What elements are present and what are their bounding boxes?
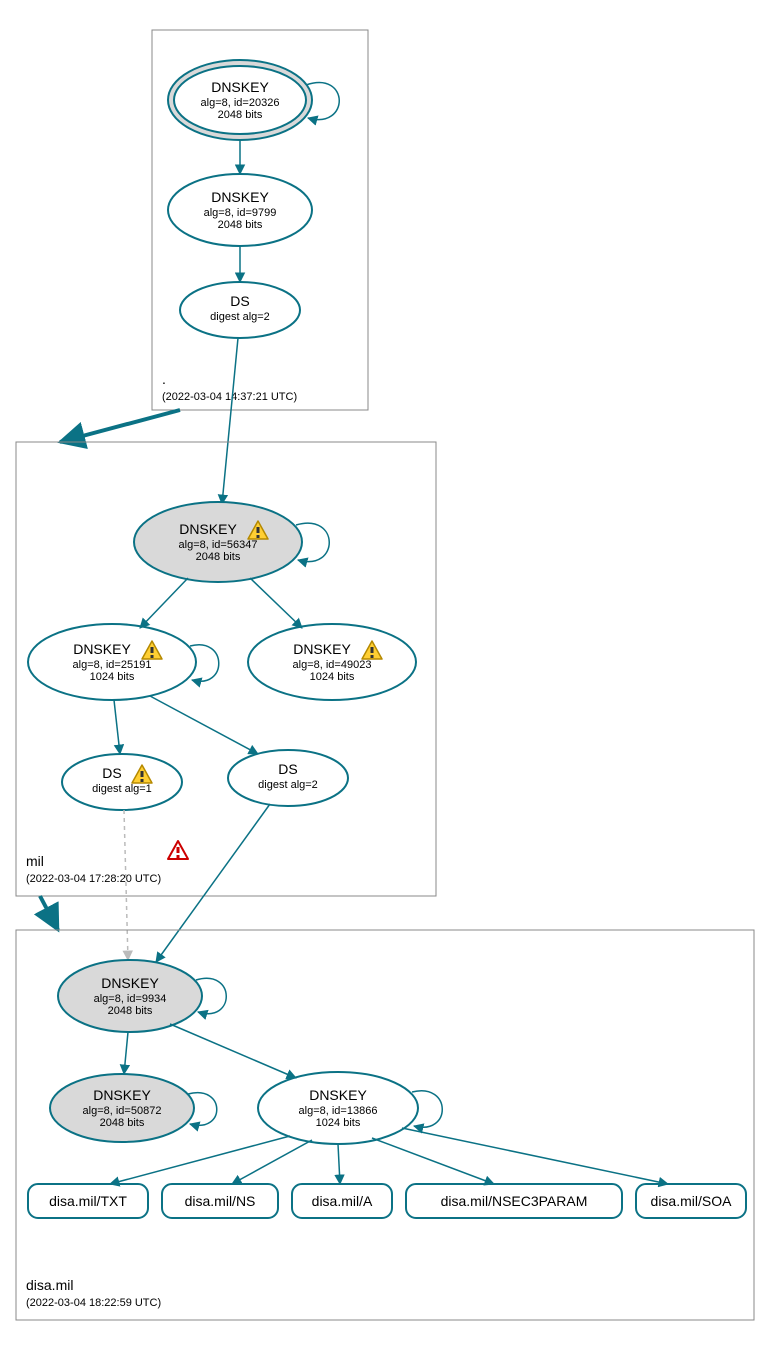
svg-text:alg=8, id=20326: alg=8, id=20326 xyxy=(201,97,280,109)
svg-text:DNSKEY: DNSKEY xyxy=(179,521,237,537)
svg-text:2048 bits: 2048 bits xyxy=(100,1117,145,1129)
svg-text:alg=8, id=49023: alg=8, id=49023 xyxy=(293,659,372,671)
node-mil-zsk2: DNSKEY alg=8, id=49023 1024 bits xyxy=(248,624,416,700)
edge-zsk-soa xyxy=(402,1128,668,1184)
svg-text:alg=8, id=50872: alg=8, id=50872 xyxy=(83,1105,162,1117)
edge-mil-ds2-disa-ksk xyxy=(156,804,270,962)
edge-root-ds-mil-ksk xyxy=(222,338,238,504)
zone-mil-time: (2022-03-04 17:28:20 UTC) xyxy=(26,873,161,885)
node-disa-ksk: DNSKEY alg=8, id=9934 2048 bits xyxy=(58,960,202,1032)
record-soa: disa.mil/SOA xyxy=(636,1184,746,1218)
edge-mil-ksk-zsk2 xyxy=(250,578,302,628)
svg-text:DS: DS xyxy=(102,765,121,781)
zone-mil-label: mil xyxy=(26,853,44,869)
edge-mil-ksk-zsk1 xyxy=(140,578,188,628)
node-mil-ksk: DNSKEY alg=8, id=56347 2048 bits xyxy=(134,502,302,582)
node-root-ds: DS digest alg=2 xyxy=(180,282,300,338)
zone-disa-label: disa.mil xyxy=(26,1277,73,1293)
node-mil-ds1: DS digest alg=1 xyxy=(62,754,182,810)
svg-text:disa.mil/NS: disa.mil/NS xyxy=(185,1193,256,1209)
record-n3p: disa.mil/NSEC3PARAM xyxy=(406,1184,622,1218)
edge-zsk-ns xyxy=(232,1140,312,1184)
edge-mil-zsk1-ds1 xyxy=(114,700,120,754)
svg-text:alg=8, id=9799: alg=8, id=9799 xyxy=(204,207,277,219)
svg-text:2048 bits: 2048 bits xyxy=(196,551,241,563)
edge-mil-ds1-disa-ksk xyxy=(124,810,128,960)
zone-root-time: (2022-03-04 14:37:21 UTC) xyxy=(162,391,297,403)
record-a: disa.mil/A xyxy=(292,1184,392,1218)
edge-mil-to-disa-zone xyxy=(40,896,58,930)
svg-text:digest alg=1: digest alg=1 xyxy=(92,783,152,795)
zone-disa-time: (2022-03-04 18:22:59 UTC) xyxy=(26,1297,161,1309)
edge-zsk-n3p xyxy=(372,1138,494,1184)
svg-text:DS: DS xyxy=(230,293,249,309)
svg-text:DNSKEY: DNSKEY xyxy=(293,641,351,657)
node-disa-zsk: DNSKEY alg=8, id=13866 1024 bits xyxy=(258,1072,418,1144)
svg-text:2048 bits: 2048 bits xyxy=(108,1005,153,1017)
node-root-zsk: DNSKEY alg=8, id=9799 2048 bits xyxy=(168,174,312,246)
svg-text:digest alg=2: digest alg=2 xyxy=(258,779,318,791)
node-disa-sk2: DNSKEY alg=8, id=50872 2048 bits xyxy=(50,1074,194,1142)
svg-text:1024 bits: 1024 bits xyxy=(90,671,135,683)
svg-text:DNSKEY: DNSKEY xyxy=(211,79,269,95)
edge-root-to-mil-zone xyxy=(60,410,180,442)
node-mil-ds2: DS digest alg=2 xyxy=(228,750,348,806)
svg-text:digest alg=2: digest alg=2 xyxy=(210,311,270,323)
svg-text:DNSKEY: DNSKEY xyxy=(211,189,269,205)
svg-text:alg=8, id=13866: alg=8, id=13866 xyxy=(299,1105,378,1117)
edge-zsk-txt xyxy=(110,1136,290,1184)
node-mil-zsk1: DNSKEY alg=8, id=25191 1024 bits xyxy=(28,624,196,700)
svg-text:1024 bits: 1024 bits xyxy=(316,1117,361,1129)
svg-text:1024 bits: 1024 bits xyxy=(310,671,355,683)
svg-text:DNSKEY: DNSKEY xyxy=(73,641,131,657)
svg-text:DNSKEY: DNSKEY xyxy=(93,1087,151,1103)
svg-text:DNSKEY: DNSKEY xyxy=(101,975,159,991)
edge-zsk-a xyxy=(338,1144,340,1184)
svg-text:alg=8, id=25191: alg=8, id=25191 xyxy=(73,659,152,671)
error-icon xyxy=(168,841,188,859)
svg-text:alg=8, id=9934: alg=8, id=9934 xyxy=(94,993,167,1005)
svg-text:disa.mil/SOA: disa.mil/SOA xyxy=(651,1193,733,1209)
zone-root-label: . xyxy=(162,371,166,387)
edge-mil-zsk1-ds2 xyxy=(150,696,258,754)
svg-text:disa.mil/TXT: disa.mil/TXT xyxy=(49,1193,127,1209)
svg-text:disa.mil/NSEC3PARAM: disa.mil/NSEC3PARAM xyxy=(441,1193,588,1209)
svg-text:2048 bits: 2048 bits xyxy=(218,219,263,231)
record-txt: disa.mil/TXT xyxy=(28,1184,148,1218)
svg-text:alg=8, id=56347: alg=8, id=56347 xyxy=(179,539,258,551)
svg-text:DS: DS xyxy=(278,761,297,777)
svg-text:disa.mil/A: disa.mil/A xyxy=(312,1193,373,1209)
svg-text:2048 bits: 2048 bits xyxy=(218,109,263,121)
node-root-ksk: DNSKEY alg=8, id=20326 2048 bits xyxy=(168,60,312,140)
edge-disa-ksk-sk2 xyxy=(124,1032,128,1074)
edge-disa-ksk-zsk xyxy=(170,1024,296,1078)
svg-text:DNSKEY: DNSKEY xyxy=(309,1087,367,1103)
record-ns: disa.mil/NS xyxy=(162,1184,278,1218)
